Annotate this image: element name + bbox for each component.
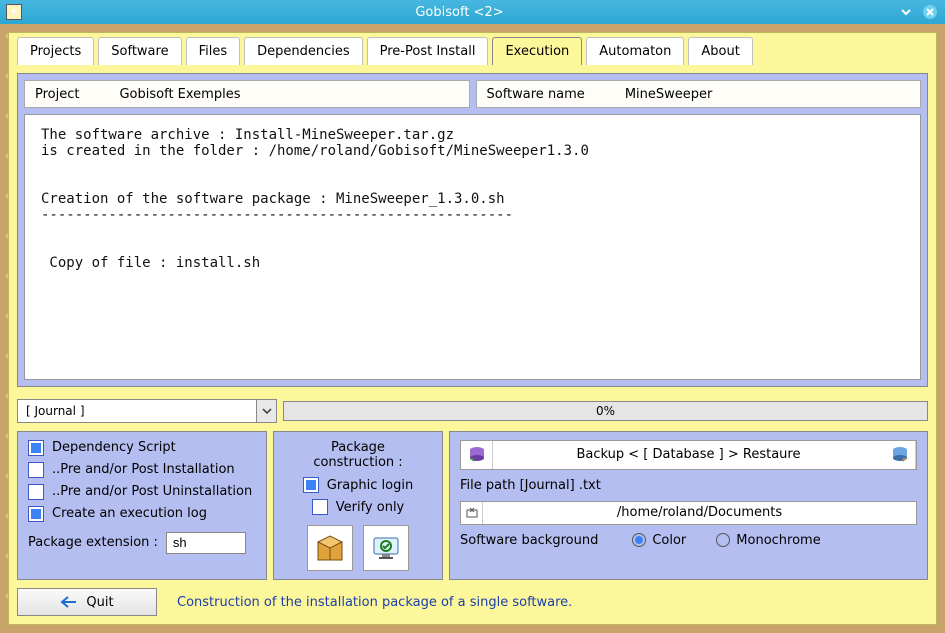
progress-bar: 0%	[283, 401, 928, 421]
checkbox-icon	[28, 506, 44, 522]
options-panel: Dependency Script ..Pre and/or Post Inst…	[17, 431, 267, 580]
tab-projects[interactable]: Projects	[17, 37, 94, 65]
package-extension-input[interactable]	[166, 532, 246, 554]
monitor-icon	[370, 532, 402, 564]
status-text: Construction of the installation package…	[177, 595, 572, 610]
tab-files[interactable]: Files	[186, 37, 241, 65]
quit-button[interactable]: Quit	[17, 588, 157, 616]
dependency-script-check[interactable]: Dependency Script	[28, 440, 256, 456]
checkbox-icon	[303, 477, 319, 493]
titlebar: ✦ Gobisoft <2>	[0, 0, 945, 24]
backup-panel: Backup < [ Database ] > Restaure File pa…	[449, 431, 928, 580]
tab-about[interactable]: About	[688, 37, 752, 65]
software-background-label: Software background	[460, 533, 598, 548]
exec-log-label: Create an execution log	[52, 506, 207, 521]
graphic-login-check[interactable]: Graphic login	[303, 477, 413, 493]
filepath-label: File path [Journal] .txt	[460, 478, 917, 493]
monochrome-radio[interactable]: Monochrome	[716, 533, 820, 548]
main-window: ProjectsSoftwareFilesDependenciesPre-Pos…	[8, 32, 937, 625]
open-folder-icon	[466, 507, 478, 519]
filepath-row: /home/roland/Documents	[460, 501, 917, 525]
tab-automaton[interactable]: Automaton	[586, 37, 684, 65]
verify-package-button[interactable]	[363, 525, 409, 571]
database-restore-icon	[890, 445, 910, 465]
menu-tabs: ProjectsSoftwareFilesDependenciesPre-Pos…	[9, 33, 936, 65]
log-output[interactable]: The software archive : Install-MineSweep…	[24, 114, 921, 380]
verify-only-check[interactable]: Verify only	[312, 499, 405, 515]
progress-text: 0%	[596, 404, 615, 418]
checkbox-icon	[28, 440, 44, 456]
software-name-value: MineSweeper	[625, 87, 910, 102]
backup-button[interactable]	[461, 441, 493, 469]
software-box: Software name MineSweeper	[476, 80, 922, 108]
close-button[interactable]	[921, 3, 939, 21]
package-extension-label: Package extension :	[28, 535, 158, 550]
tab-pre-post-install[interactable]: Pre-Post Install	[367, 37, 489, 65]
quit-button-label: Quit	[86, 595, 113, 610]
window-title: Gobisoft <2>	[28, 5, 891, 20]
chevron-down-icon	[256, 400, 276, 422]
pre-post-install-label: ..Pre and/or Post Installation	[52, 462, 235, 477]
package-construction-title: Packageconstruction :	[313, 440, 402, 471]
graphic-login-label: Graphic login	[327, 478, 413, 493]
checkbox-icon	[28, 484, 44, 500]
desktop-background: ProjectsSoftwareFilesDependenciesPre-Pos…	[0, 24, 945, 633]
filepath-value: /home/roland/Documents	[483, 505, 916, 520]
pre-post-uninstall-label: ..Pre and/or Post Uninstallation	[52, 484, 252, 499]
verify-only-label: Verify only	[336, 500, 405, 515]
app-icon: ✦	[6, 4, 22, 20]
main-panel: Project Gobisoft Exemples Software name …	[17, 73, 928, 387]
pre-post-install-check[interactable]: ..Pre and/or Post Installation	[28, 462, 256, 478]
journal-combo-text: [ Journal ]	[18, 404, 256, 418]
exec-log-check[interactable]: Create an execution log	[28, 506, 256, 522]
package-construction-panel: Packageconstruction : Graphic login Veri…	[273, 431, 443, 580]
tab-software[interactable]: Software	[98, 37, 181, 65]
backup-restore-label: Backup < [ Database ] > Restaure	[493, 447, 884, 462]
color-radio[interactable]: Color	[632, 533, 686, 548]
project-box: Project Gobisoft Exemples	[24, 80, 470, 108]
package-icon	[314, 532, 346, 564]
checkbox-icon	[28, 462, 44, 478]
monochrome-radio-label: Monochrome	[736, 533, 820, 548]
database-backup-icon	[467, 445, 487, 465]
journal-combo[interactable]: [ Journal ]	[17, 399, 277, 423]
radio-icon	[716, 533, 730, 547]
backup-restore-bar: Backup < [ Database ] > Restaure	[460, 440, 917, 470]
arrow-left-icon	[60, 596, 78, 608]
radio-icon	[632, 533, 646, 547]
minimize-button[interactable]	[897, 3, 915, 21]
dependency-script-label: Dependency Script	[52, 440, 176, 455]
tab-dependencies[interactable]: Dependencies	[244, 37, 363, 65]
color-radio-label: Color	[652, 533, 686, 548]
project-value: Gobisoft Exemples	[119, 87, 458, 102]
software-name-label: Software name	[487, 87, 585, 102]
tab-execution[interactable]: Execution	[492, 37, 582, 65]
filepath-picker-button[interactable]	[461, 502, 483, 524]
restore-button[interactable]	[884, 441, 916, 469]
pre-post-uninstall-check[interactable]: ..Pre and/or Post Uninstallation	[28, 484, 256, 500]
project-label: Project	[35, 87, 79, 102]
build-package-button[interactable]	[307, 525, 353, 571]
checkbox-icon	[312, 499, 328, 515]
